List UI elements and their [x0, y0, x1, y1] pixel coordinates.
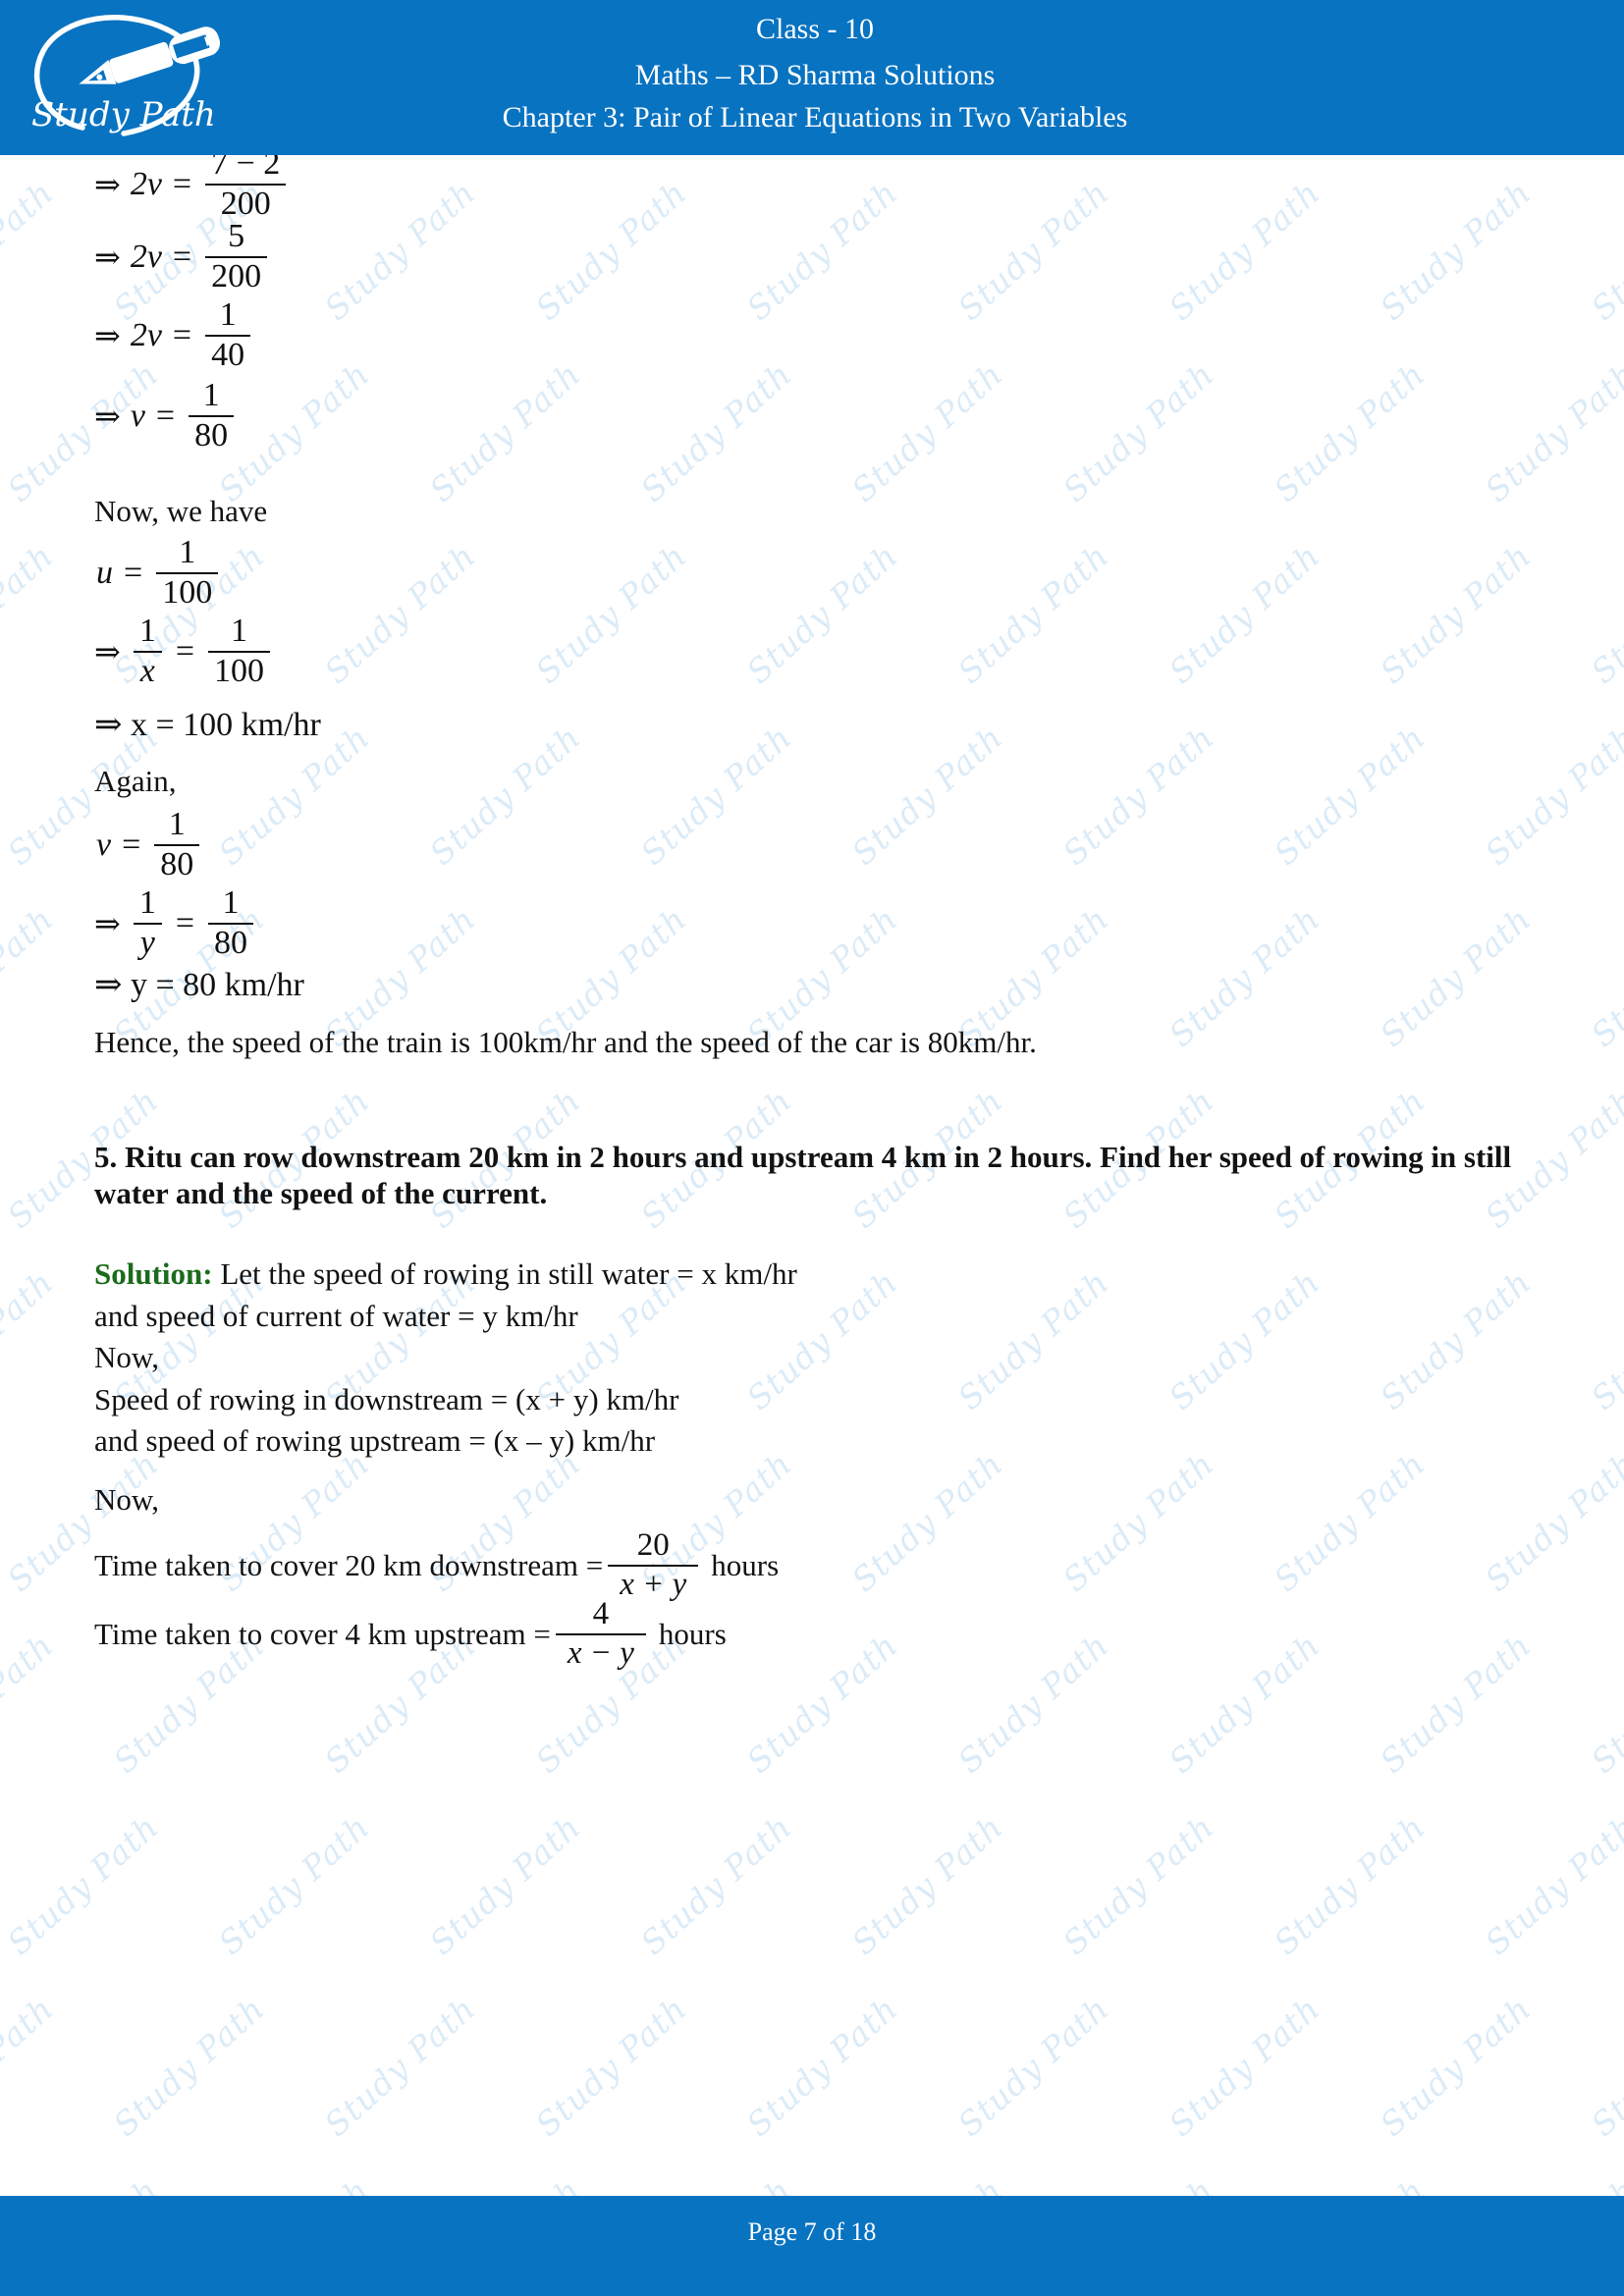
solution-block: Solution: Let the speed of rowing in sti… — [94, 1256, 797, 1460]
solution-line-4: Speed of rowing in downstream = (x + y) … — [94, 1381, 679, 1416]
eq1-equals: = — [172, 165, 192, 202]
eq4-equals: = — [155, 397, 176, 434]
eq9-equals: = — [175, 904, 194, 941]
document-page: Study PathStudy PathStudy PathStudy Path… — [0, 0, 1624, 2296]
eq9-numerator-right: 1 — [222, 884, 240, 921]
eq6-denominator-left: x — [139, 653, 155, 690]
equation-1overy-1over80: ⇒ 1 y = 1 80 — [94, 884, 258, 962]
text-again: Again, — [94, 764, 177, 798]
implies-arrow: ⇒ — [94, 905, 121, 941]
eq3-equals: = — [172, 316, 192, 353]
eq5-lhs: u — [96, 554, 113, 591]
eq5-equals: = — [124, 554, 143, 591]
implies-arrow: ⇒ — [94, 239, 121, 275]
upstream-fraction: 4 x − y — [555, 1596, 646, 1672]
text-now-we-have: Now, we have — [94, 494, 268, 528]
eq6-fraction-left: 1 x — [133, 613, 162, 690]
page-number-text: Page 7 of 18 — [747, 2217, 877, 2246]
solution-line-1-text: Let the speed of rowing in still water =… — [212, 1256, 797, 1291]
result-y-80-kmhr: ⇒ y = 80 km/hr — [94, 967, 304, 1003]
downstream-unit: hours — [711, 1547, 780, 1582]
eq3-fraction: 1 40 — [205, 296, 251, 374]
eq4-numerator: 1 — [202, 377, 220, 413]
equation-v-1-over-80-again: v = 1 80 — [94, 806, 204, 883]
study-path-logo: Study Path — [18, 4, 234, 151]
eq1-lhs: 2v — [130, 165, 162, 202]
solution-line-2: and speed of current of water = y km/hr — [94, 1298, 578, 1333]
upstream-unit: hours — [658, 1616, 727, 1651]
page-footer: Page 7 of 18 — [0, 2196, 1624, 2296]
equation-2v-7minus2-over-200: ⇒ 2v = 7 − 2 200 — [94, 146, 291, 223]
solution-label: Solution: — [94, 1256, 213, 1291]
eq4-lhs: v — [130, 397, 145, 434]
eq1-denominator: 200 — [220, 186, 271, 223]
eq2-equals: = — [172, 238, 192, 275]
upstream-denominator: x − y — [567, 1635, 634, 1672]
implies-arrow: ⇒ — [94, 398, 121, 434]
eq8-lhs: v — [96, 826, 112, 863]
eq2-lhs: 2v — [130, 238, 162, 275]
text-hence-conclusion: Hence, the speed of the train is 100km/h… — [94, 1025, 1037, 1059]
eq6-equals: = — [175, 632, 194, 669]
header-subject-line: Maths – RD Sharma Solutions — [634, 59, 996, 91]
downstream-fraction: 20 x + y — [608, 1527, 699, 1603]
eq3-numerator: 1 — [219, 296, 237, 333]
eq8-fraction: 1 80 — [154, 806, 200, 883]
solution-line-1: Solution: Let the speed of rowing in sti… — [94, 1256, 797, 1293]
equation-2v-5-over-200: ⇒ 2v = 5 200 — [94, 218, 272, 295]
eq6-fraction-right: 1 100 — [208, 614, 270, 689]
equation-2v-1-over-40: ⇒ 2v = 1 40 — [94, 296, 255, 374]
implies-arrow: ⇒ — [94, 633, 121, 669]
downstream-denominator: x + y — [620, 1567, 687, 1603]
upstream-time-equation: Time taken to cover 4 km upstream = 4 x … — [94, 1596, 727, 1672]
eq1-fraction: 7 − 2 200 — [205, 146, 287, 223]
eq8-equals: = — [122, 826, 141, 863]
eq4-denominator: 80 — [194, 417, 229, 454]
upstream-label: Time taken to cover 4 km upstream = — [94, 1616, 551, 1651]
eq3-lhs: 2v — [130, 316, 162, 353]
upstream-numerator: 4 — [592, 1596, 610, 1631]
page-header: Study Path Class - 10 Maths – RD Sharma … — [0, 0, 1624, 155]
eq8-numerator: 1 — [168, 806, 186, 842]
question-5: 5. Ritu can row downstream 20 km in 2 ho… — [94, 1140, 1512, 1211]
eq9-numerator-left: 1 — [138, 884, 156, 921]
eq2-fraction: 5 200 — [205, 218, 268, 295]
downstream-numerator: 20 — [636, 1527, 670, 1563]
eq6-numerator-left: 1 — [138, 613, 156, 649]
eq9-fraction-left: 1 y — [133, 884, 162, 962]
eq5-fraction: 1 100 — [156, 534, 219, 612]
logo-wordmark: Study Path — [31, 95, 216, 134]
eq3-denominator: 40 — [211, 337, 245, 374]
downstream-time-equation: Time taken to cover 20 km downstream = 2… — [94, 1527, 780, 1603]
implies-arrow: ⇒ — [94, 166, 121, 202]
page-content: ⇒ 2v = 7 − 2 200 ⇒ 2v = 5 200 ⇒ 2v = 1 4… — [0, 146, 1624, 2196]
header-class-line: Class - 10 — [756, 13, 874, 45]
eq6-denominator-right: 100 — [214, 653, 264, 690]
eq2-numerator: 5 — [228, 218, 245, 254]
header-title-group: Class - 10 Maths – RD Sharma Solutions C… — [245, 10, 1384, 136]
eq4-fraction: 1 80 — [189, 377, 235, 454]
eq9-fraction-right: 1 80 — [208, 884, 253, 962]
header-chapter-line: Chapter 3: Pair of Linear Equations in T… — [502, 101, 1128, 133]
eq9-denominator-right: 80 — [214, 925, 247, 962]
eq5-denominator: 100 — [162, 574, 213, 612]
eq8-denominator: 80 — [160, 846, 194, 883]
text-now-second: Now, — [94, 1482, 160, 1517]
equation-v-1-over-80: ⇒ v = 1 80 — [94, 377, 239, 454]
eq6-numerator-right: 1 — [231, 613, 247, 649]
result-x-100-kmhr: ⇒ x = 100 km/hr — [94, 707, 321, 743]
solution-line-3: Now, — [94, 1340, 160, 1375]
equation-1overx-1over100: ⇒ 1 x = 1 100 — [94, 614, 275, 689]
equation-u-1-over-100: u = 1 100 — [94, 534, 223, 612]
downstream-label: Time taken to cover 20 km downstream = — [94, 1547, 604, 1582]
eq9-denominator-left: y — [139, 925, 155, 962]
implies-arrow: ⇒ — [94, 317, 121, 353]
eq2-denominator: 200 — [211, 258, 262, 295]
eq5-numerator: 1 — [179, 534, 196, 570]
solution-line-5: and speed of rowing upstream = (x – y) k… — [94, 1423, 656, 1459]
